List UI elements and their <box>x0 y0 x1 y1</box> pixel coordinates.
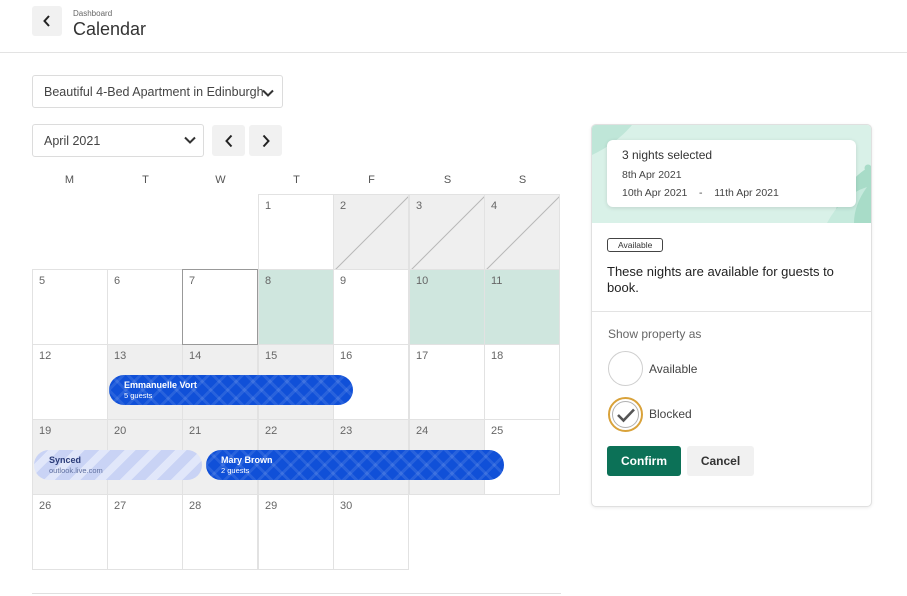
day-number: 17 <box>416 350 429 362</box>
calendar-day[interactable]: 6 <box>107 269 183 345</box>
calendar-grid: 1 2 3 4 5 6 7 8 9 10 11 12 13 14 15 16 17 18 19 20 21 22 23 24 2… <box>32 194 561 570</box>
calendar-day[interactable]: 7 <box>182 269 258 345</box>
day-number: 2 <box>340 200 347 212</box>
available-radio-label[interactable]: Available <box>649 362 697 376</box>
back-button[interactable] <box>32 6 62 36</box>
grid-bottom-divider <box>32 593 561 594</box>
day-number: 22 <box>265 425 278 437</box>
chevron-down-icon <box>262 89 274 97</box>
property-select[interactable]: Beautiful 4-Bed Apartment in Edinburgh <box>32 75 283 108</box>
checkmark-icon <box>616 408 635 422</box>
calendar-day[interactable]: 27 <box>107 494 183 570</box>
day-number: 29 <box>265 500 278 512</box>
availability-description: These nights are available for guests to… <box>607 264 834 295</box>
day-number: 23 <box>340 425 353 437</box>
day-number: 21 <box>189 425 202 437</box>
panel-divider <box>592 311 871 312</box>
day-number: 9 <box>340 275 347 287</box>
next-month-button[interactable] <box>249 125 282 156</box>
day-number: 30 <box>340 500 353 512</box>
day-number: 8 <box>265 275 272 287</box>
calendar-day[interactable]: 2 <box>333 194 409 270</box>
day-number: 12 <box>39 350 52 362</box>
day-number: 15 <box>265 350 278 362</box>
day-number: 7 <box>189 275 196 287</box>
chevron-left-icon <box>224 134 232 147</box>
booking-name: Synced <box>49 455 82 465</box>
chevron-left-icon <box>43 15 50 27</box>
day-number: 25 <box>491 425 504 437</box>
month-select-value: April 2021 <box>44 133 101 148</box>
selected-date-text: 8th Apr 2021 <box>622 169 682 181</box>
calendar-day[interactable]: 17 <box>409 344 485 420</box>
weekday-label: T <box>293 174 300 186</box>
weekday-label: T <box>142 174 149 186</box>
booking-subtitle: outlook.live.com <box>49 466 103 475</box>
weekday-label: S <box>443 174 452 186</box>
show-property-label: Show property as <box>608 327 702 341</box>
day-number: 1 <box>265 200 272 212</box>
selection-summary-card: 3 nights selected 8th Apr 2021 10th Apr … <box>607 140 856 207</box>
calendar-day[interactable]: 5 <box>32 269 108 345</box>
day-number: 4 <box>491 200 498 212</box>
weekday-label: M <box>64 174 75 186</box>
blocked-radio[interactable] <box>608 397 643 432</box>
calendar-day[interactable]: 18 <box>484 344 560 420</box>
weekday-label: W <box>215 174 226 186</box>
day-number: 11 <box>491 275 503 287</box>
booking-bar[interactable]: Emmanuelle Vort 5 guests <box>109 375 353 405</box>
day-number: 10 <box>416 275 429 287</box>
nights-selected-text: 3 nights selected <box>622 148 713 162</box>
cancel-button[interactable]: Cancel <box>687 446 754 476</box>
month-select[interactable]: April 2021 <box>32 124 204 157</box>
day-number: 18 <box>491 350 504 362</box>
booking-bar[interactable]: Mary Brown 2 guests <box>206 450 504 480</box>
breadcrumb[interactable]: Dashboard <box>73 9 112 18</box>
selected-range-text: 10th Apr 2021 - 11th Apr 2021 <box>622 187 779 199</box>
calendar-day[interactable]: 26 <box>32 494 108 570</box>
day-number: 3 <box>416 200 423 212</box>
prev-month-button[interactable] <box>212 125 245 156</box>
page-title: Calendar <box>73 19 147 39</box>
day-number: 6 <box>114 275 121 287</box>
day-number: 27 <box>114 500 127 512</box>
calendar-day[interactable]: 8 <box>258 269 334 345</box>
header-divider <box>0 52 907 53</box>
calendar-day[interactable]: 4 <box>484 194 560 270</box>
calendar-day[interactable]: 9 <box>333 269 409 345</box>
calendar-day[interactable]: 11 <box>484 269 560 345</box>
selection-panel: 3 nights selected 8th Apr 2021 10th Apr … <box>591 124 872 507</box>
confirm-button[interactable]: Confirm <box>607 446 681 476</box>
booking-subtitle: 5 guests <box>124 391 153 400</box>
property-select-value: Beautiful 4-Bed Apartment in Edinburgh <box>44 84 264 99</box>
chevron-right-icon <box>262 134 270 147</box>
booking-name: Mary Brown <box>221 455 273 465</box>
status-badge: Available <box>607 238 664 252</box>
panel-banner: 3 nights selected 8th Apr 2021 10th Apr … <box>592 125 871 223</box>
day-number: 16 <box>340 350 353 362</box>
calendar-day[interactable]: 30 <box>333 494 409 570</box>
day-number: 20 <box>114 425 127 437</box>
calendar-day[interactable]: 10 <box>409 269 485 345</box>
weekday-label: F <box>368 174 375 186</box>
weekday-label: S <box>518 174 527 186</box>
available-radio[interactable] <box>608 351 643 386</box>
blocked-radio-label[interactable]: Blocked <box>649 407 692 421</box>
booking-name: Emmanuelle Vort <box>124 380 197 390</box>
calendar-day[interactable]: 1 <box>258 194 334 270</box>
calendar-day[interactable]: 3 <box>409 194 485 270</box>
day-number: 24 <box>416 425 429 437</box>
day-number: 26 <box>39 500 52 512</box>
calendar-day[interactable]: 29 <box>258 494 334 570</box>
synced-booking-bar[interactable]: Synced outlook.live.com <box>34 450 202 480</box>
day-number: 19 <box>39 425 52 437</box>
chevron-down-icon <box>184 136 196 144</box>
day-number: 14 <box>189 350 202 362</box>
day-number: 5 <box>39 275 46 287</box>
booking-subtitle: 2 guests <box>221 466 250 475</box>
calendar-day[interactable]: 28 <box>182 494 258 570</box>
calendar-day[interactable]: 12 <box>32 344 108 420</box>
day-number: 13 <box>114 350 127 362</box>
day-number: 28 <box>189 500 202 512</box>
